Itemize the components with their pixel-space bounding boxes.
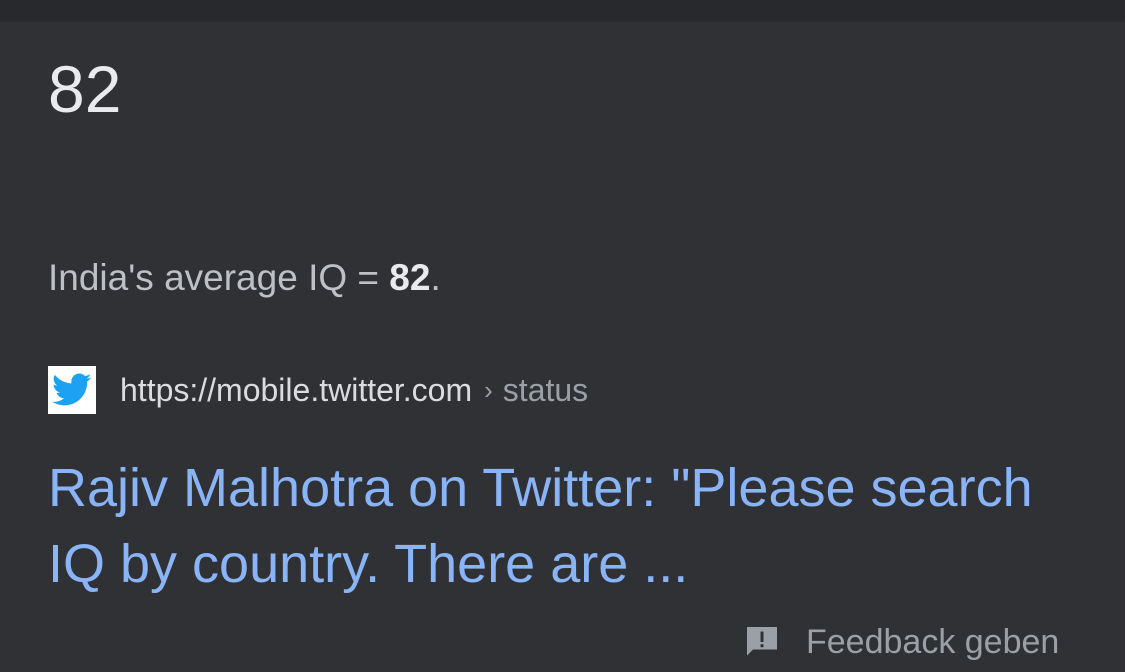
snippet-prefix: India's average IQ = — [48, 257, 390, 298]
result-url: https://mobile.twitter.com — [120, 371, 473, 408]
snippet-text: India's average IQ = 82. — [48, 256, 441, 300]
breadcrumb: status — [502, 371, 589, 408]
snippet-bold: 82 — [389, 257, 431, 298]
feedback-label: Feedback geben — [806, 622, 1060, 661]
feedback-icon — [744, 624, 780, 660]
top-bar — [0, 0, 1125, 22]
twitter-bird-icon — [48, 366, 96, 414]
feedback-button[interactable]: Feedback geben — [744, 612, 1059, 672]
featured-snippet-card: 82 India's average IQ = 82. https://mobi… — [0, 22, 1125, 666]
snippet-suffix: . — [430, 257, 441, 298]
breadcrumb-separator: › — [484, 374, 493, 405]
answer-value: 82 — [48, 52, 122, 126]
result-title-link[interactable]: Rajiv Malhotra on Twitter: "Please searc… — [48, 450, 1088, 602]
result-source[interactable]: https://mobile.twitter.com › status — [48, 366, 588, 414]
